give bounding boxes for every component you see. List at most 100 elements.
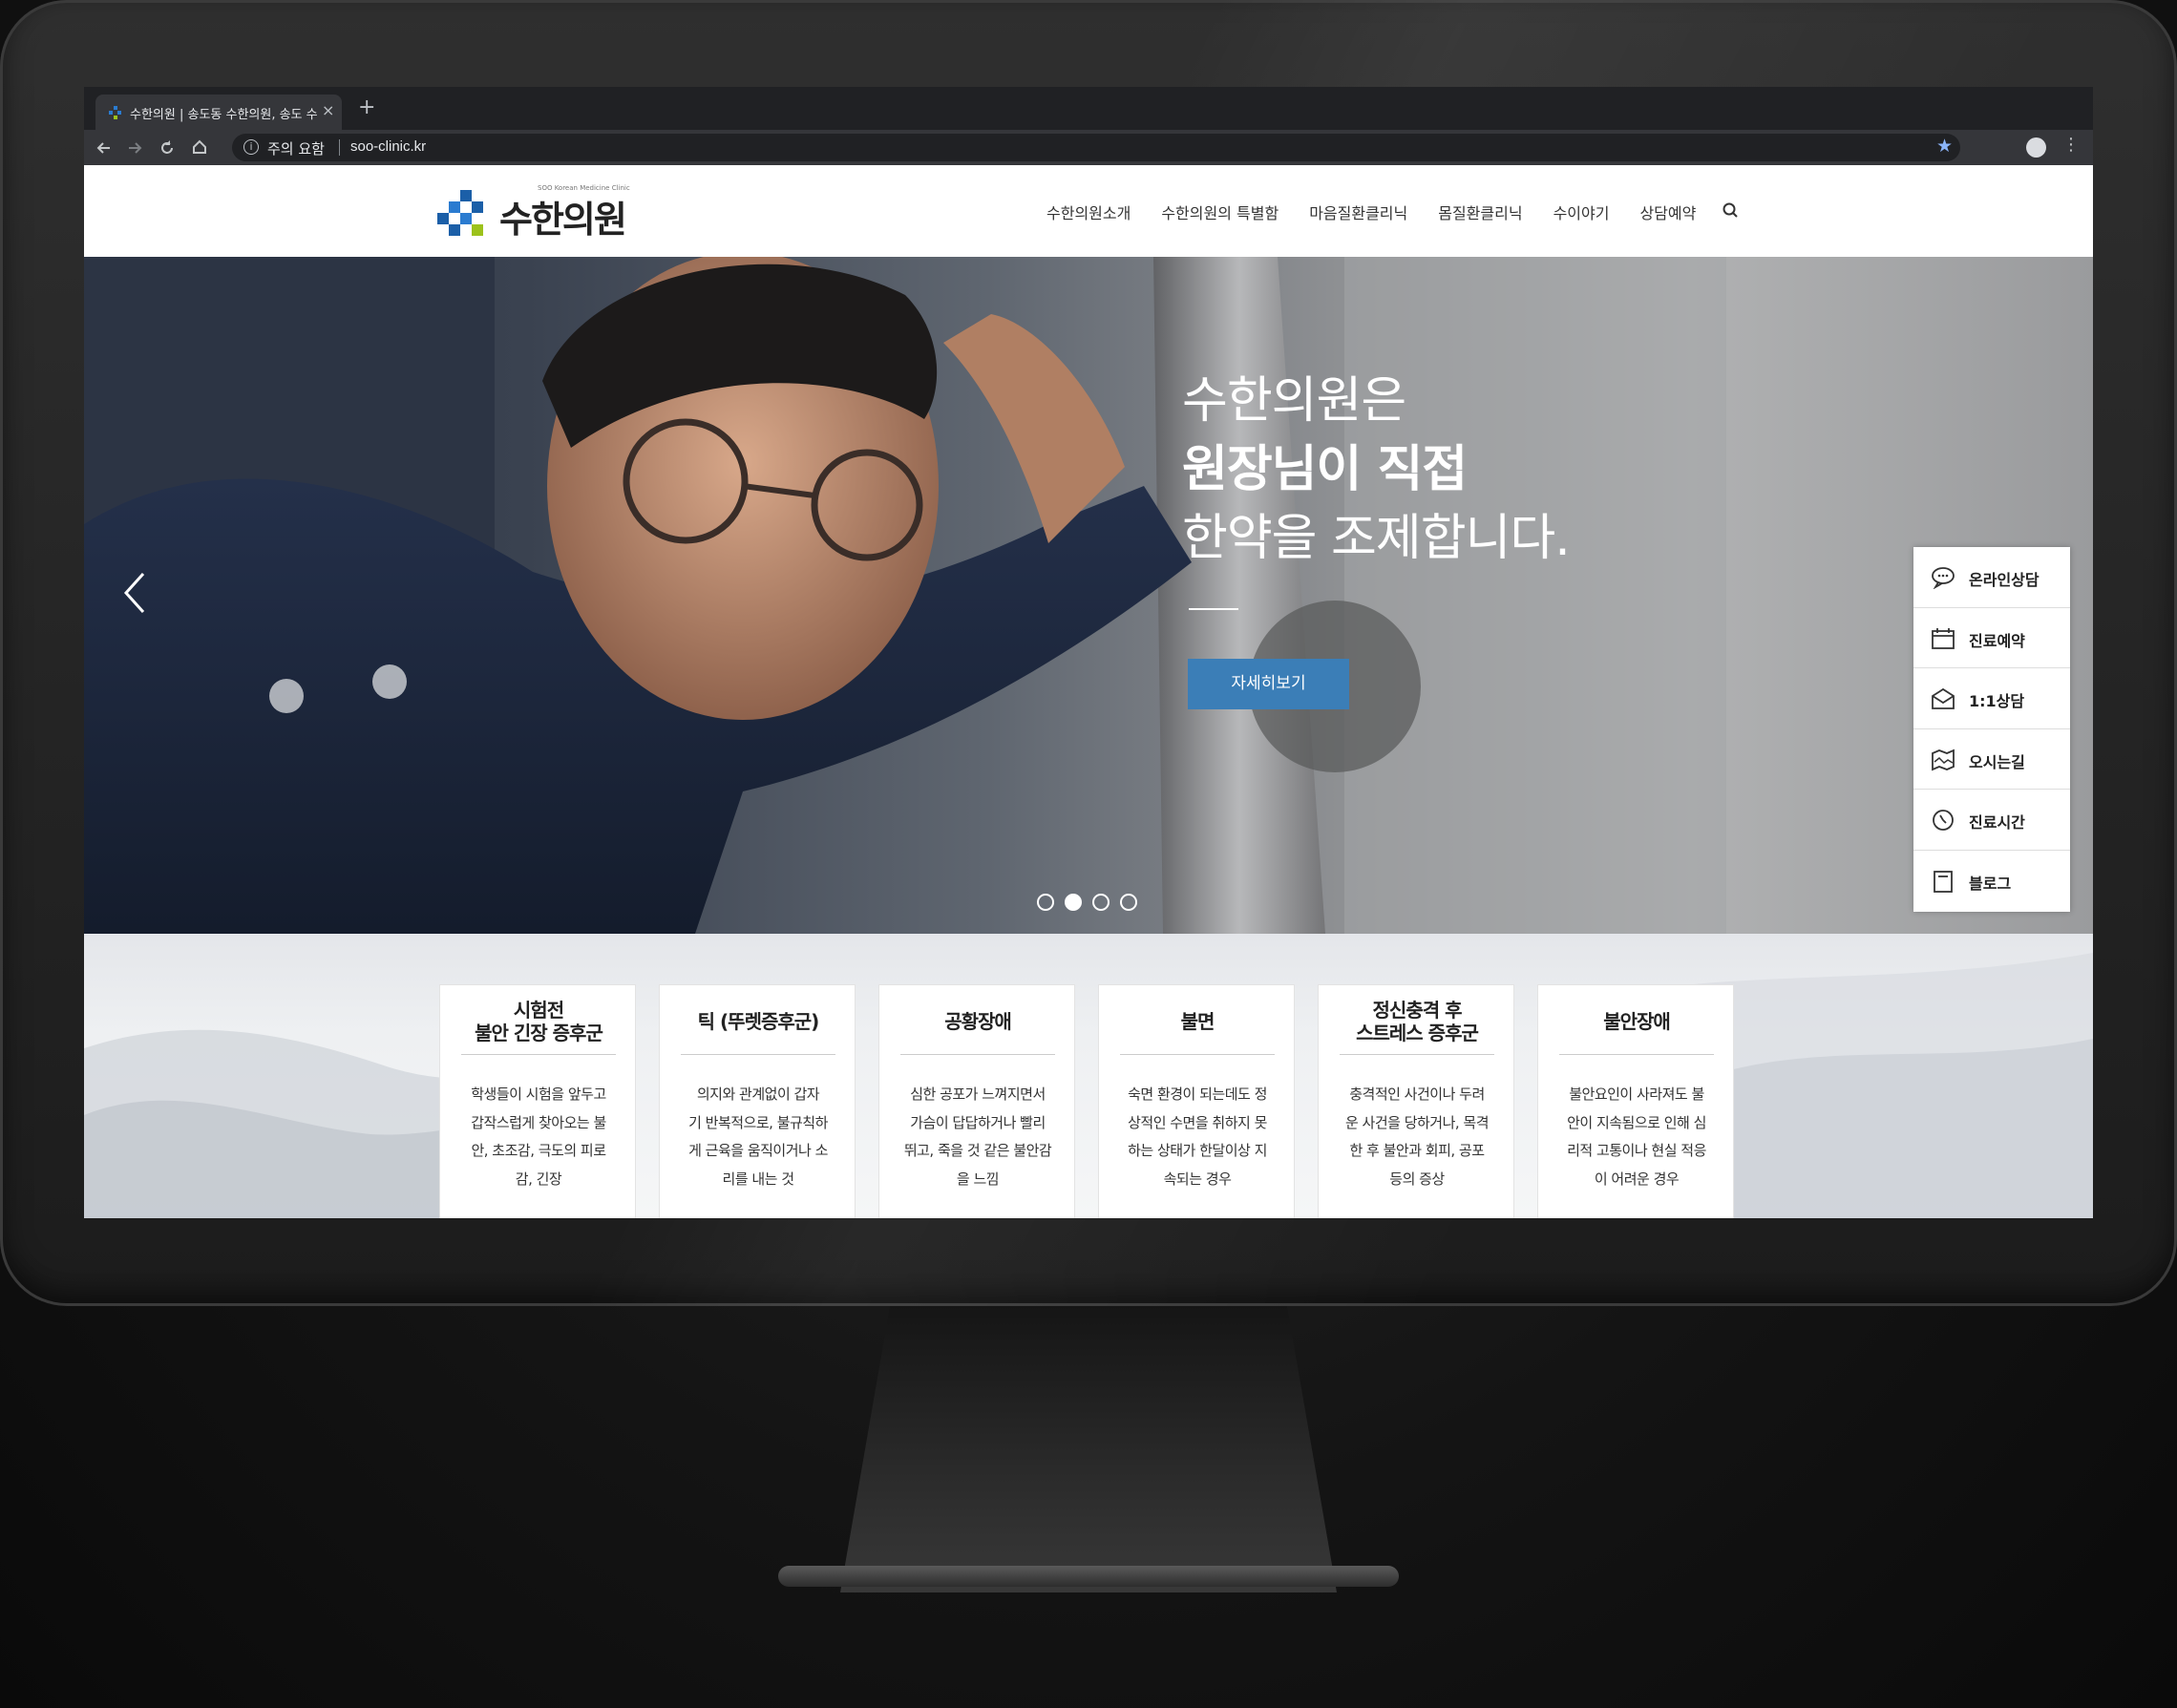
home-icon[interactable] [191, 138, 208, 156]
logo[interactable]: SOO Korean Medicine Clinic 수한의원 [437, 182, 633, 241]
nav-item-story[interactable]: 수이야기 [1553, 200, 1610, 223]
browser-toolbar: i 주의 요함 soo-clinic.kr ★ ⋮ [84, 130, 2093, 165]
quick-item-label: 오시는길 [1969, 752, 2025, 771]
slider-dot-2[interactable] [1065, 894, 1082, 911]
slider-dot-3[interactable] [1092, 894, 1110, 911]
card-desc-line: 하는 상태가 한달이상 지 [1128, 1142, 1267, 1159]
slider-prev-icon[interactable] [122, 572, 147, 614]
nav-item-special[interactable]: 수한의원의 특별함 [1161, 200, 1279, 223]
envelope-icon [1932, 688, 1955, 710]
browser-window: 수한의원 | 송도동 수한의원, 송도 수한 × + i 주의 요함 soo-c… [84, 87, 2093, 1218]
close-tab-icon[interactable]: × [322, 101, 334, 119]
card-desc-line: 운 사건을 당하거나, 목격 [1344, 1113, 1490, 1131]
quick-item-directions[interactable]: 오시는길 [1913, 729, 2070, 791]
quick-item-blog[interactable]: 블로그 [1913, 851, 2070, 912]
card-desc-line: 심한 공포가 느껴지면서 [910, 1086, 1046, 1103]
card-title-line-1: 정신충격 후 [1372, 999, 1463, 1022]
card-title-line-1: 불안장애 [1603, 1010, 1671, 1033]
card-title-line-1: 불면 [1180, 1010, 1215, 1033]
nav-item-about[interactable]: 수한의원소개 [1046, 200, 1131, 223]
mountain-background [84, 953, 2093, 1218]
site-header: SOO Korean Medicine Clinic 수한의원 수한의원소개 수… [84, 165, 2093, 257]
security-warning[interactable]: 주의 요함 [267, 138, 325, 158]
back-icon[interactable] [95, 139, 113, 157]
clock-icon [1933, 810, 1954, 832]
quick-item-one-on-one[interactable]: 1:1상담 [1913, 668, 2070, 729]
map-icon [1932, 749, 1955, 771]
card-title: 틱 (뚜렛증후군) [660, 1010, 856, 1033]
card-desc-line: 기 반복적으로, 불규칙하 [688, 1113, 828, 1131]
reload-icon[interactable] [159, 139, 176, 157]
slider-dot-1[interactable] [1037, 894, 1054, 911]
card-desc-line: 등의 증상 [1389, 1170, 1445, 1188]
forward-icon[interactable] [126, 139, 143, 157]
card-desc-line: 게 근육을 움직이거나 소 [688, 1142, 828, 1159]
clinic-card[interactable]: 시험전 불안 긴장 증후군 학생들이 시험을 앞두고 갑작스럽게 찾아오는 불 … [439, 984, 636, 1218]
card-desc-line: 숙면 환경이 되는데도 정 [1128, 1086, 1267, 1103]
quick-item-label: 블로그 [1969, 875, 2012, 893]
nav-item-reservation[interactable]: 상담예약 [1639, 200, 1696, 223]
browser-tab[interactable]: 수한의원 | 송도동 수한의원, 송도 수한 × [95, 95, 342, 130]
card-desc-line: 상적인 수면을 취하지 못 [1128, 1113, 1267, 1131]
quick-item-label: 1:1상담 [1969, 692, 2025, 711]
card-desc-line: 안, 초조감, 극도의 피로 [471, 1142, 606, 1159]
card-title-line-1: 틱 (뚜렛증후군) [697, 1010, 820, 1033]
hero-line-2: 원장님이 직접 [1182, 441, 1468, 498]
card-desc-line: 안이 지속됨으로 인해 심 [1567, 1113, 1706, 1131]
card-desc-line: 감, 긴장 [515, 1170, 562, 1188]
hero-heading: 수한의원은 원장님이 직접 한약을 조제합니다. [1182, 367, 1571, 573]
profile-avatar[interactable] [2026, 137, 2046, 158]
address-bar[interactable]: i 주의 요함 soo-clinic.kr ★ [232, 134, 1960, 161]
monitor-stand-neck [840, 1306, 1337, 1592]
card-title-line-2: 스트레스 증후군 [1356, 1022, 1479, 1044]
new-tab-button[interactable]: + [358, 95, 375, 119]
clinic-cards-section: 시험전 불안 긴장 증후군 학생들이 시험을 앞두고 갑작스럽게 찾아오는 불 … [84, 934, 2093, 1218]
card-desc-line: 가슴이 답답하거나 빨리 [910, 1113, 1046, 1131]
quick-item-label: 진료예약 [1969, 631, 2025, 650]
hero-photo [84, 257, 1726, 934]
card-desc-line: 학생들이 시험을 앞두고 [471, 1086, 606, 1103]
clinic-card[interactable]: 틱 (뚜렛증후군) 의지와 관계없이 갑자 기 반복적으로, 불규칙하 게 근육… [659, 984, 856, 1218]
card-divider [681, 1054, 835, 1055]
menu-kebab-icon[interactable]: ⋮ [2062, 135, 2080, 155]
slider-pagination [1037, 894, 1137, 911]
clinic-card[interactable]: 불안장애 불안요인이 사라져도 불 안이 지속됨으로 인해 심 리적 고통이나 … [1537, 984, 1734, 1218]
favicon-icon [109, 106, 121, 119]
quick-item-label: 진료시간 [1969, 813, 2025, 833]
card-title-line-2: 불안 긴장 증후군 [475, 1022, 603, 1044]
clinic-card[interactable]: 정신충격 후 스트레스 증후군 충격적인 사건이나 두려 운 사건을 당하거나,… [1318, 984, 1514, 1218]
card-description: 학생들이 시험을 앞두고 갑작스럽게 찾아오는 불 안, 초조감, 극도의 피로… [457, 1081, 620, 1193]
card-description: 충격적인 사건이나 두려 운 사건을 당하거나, 목격 한 후 불안과 회피, … [1336, 1081, 1498, 1193]
card-title: 불면 [1099, 1010, 1296, 1033]
card-desc-line: 리를 내는 것 [722, 1170, 794, 1188]
logo-text: 수한의원 [499, 199, 627, 241]
card-desc-line: 갑작스럽게 찾아오는 불 [471, 1113, 606, 1131]
card-desc-line: 속되는 경우 [1163, 1170, 1232, 1188]
quick-item-label: 온라인상담 [1969, 571, 2040, 589]
url-text[interactable]: soo-clinic.kr [350, 138, 426, 155]
logo-mark-icon [437, 190, 483, 236]
info-icon[interactable]: i [243, 139, 259, 155]
nav-item-mind-clinic[interactable]: 마음질환클리닉 [1309, 200, 1407, 223]
clinic-card[interactable]: 불면 숙면 환경이 되는데도 정 상적인 수면을 취하지 못 하는 상태가 한달… [1098, 984, 1295, 1218]
main-nav: 수한의원소개 수한의원의 특별함 마음질환클리닉 몸질환클리닉 수이야기 상담예… [1046, 200, 1726, 223]
nav-item-body-clinic[interactable]: 몸질환클리닉 [1438, 200, 1522, 223]
clinic-card[interactable]: 공황장애 심한 공포가 느껴지면서 가슴이 답답하거나 빨리 뛰고, 죽을 것 … [878, 984, 1075, 1218]
speech-bubble-icon [1932, 567, 1955, 589]
bookmark-star-icon[interactable]: ★ [1936, 136, 1953, 157]
quick-item-hours[interactable]: 진료시간 [1913, 790, 2070, 851]
card-description: 심한 공포가 느껴지면서 가슴이 답답하거나 빨리 뛰고, 죽을 것 같은 불안… [897, 1081, 1059, 1193]
card-desc-line: 불안요인이 사라져도 불 [1569, 1086, 1704, 1103]
slider-dot-4[interactable] [1120, 894, 1137, 911]
monitor-stand-base [778, 1566, 1399, 1587]
details-button[interactable]: 자세히보기 [1188, 659, 1349, 709]
card-desc-line: 충격적인 사건이나 두려 [1349, 1086, 1485, 1103]
card-divider [461, 1054, 616, 1055]
address-separator [339, 139, 340, 156]
tab-bar: 수한의원 | 송도동 수한의원, 송도 수한 × + [84, 87, 2093, 130]
quick-item-online-consult[interactable]: 온라인상담 [1913, 547, 2070, 608]
quick-item-reservation[interactable]: 진료예약 [1913, 608, 2070, 669]
search-icon[interactable] [1721, 200, 1742, 221]
card-desc-line: 한 후 불안과 회피, 공포 [1349, 1142, 1485, 1159]
calendar-icon [1932, 627, 1955, 649]
